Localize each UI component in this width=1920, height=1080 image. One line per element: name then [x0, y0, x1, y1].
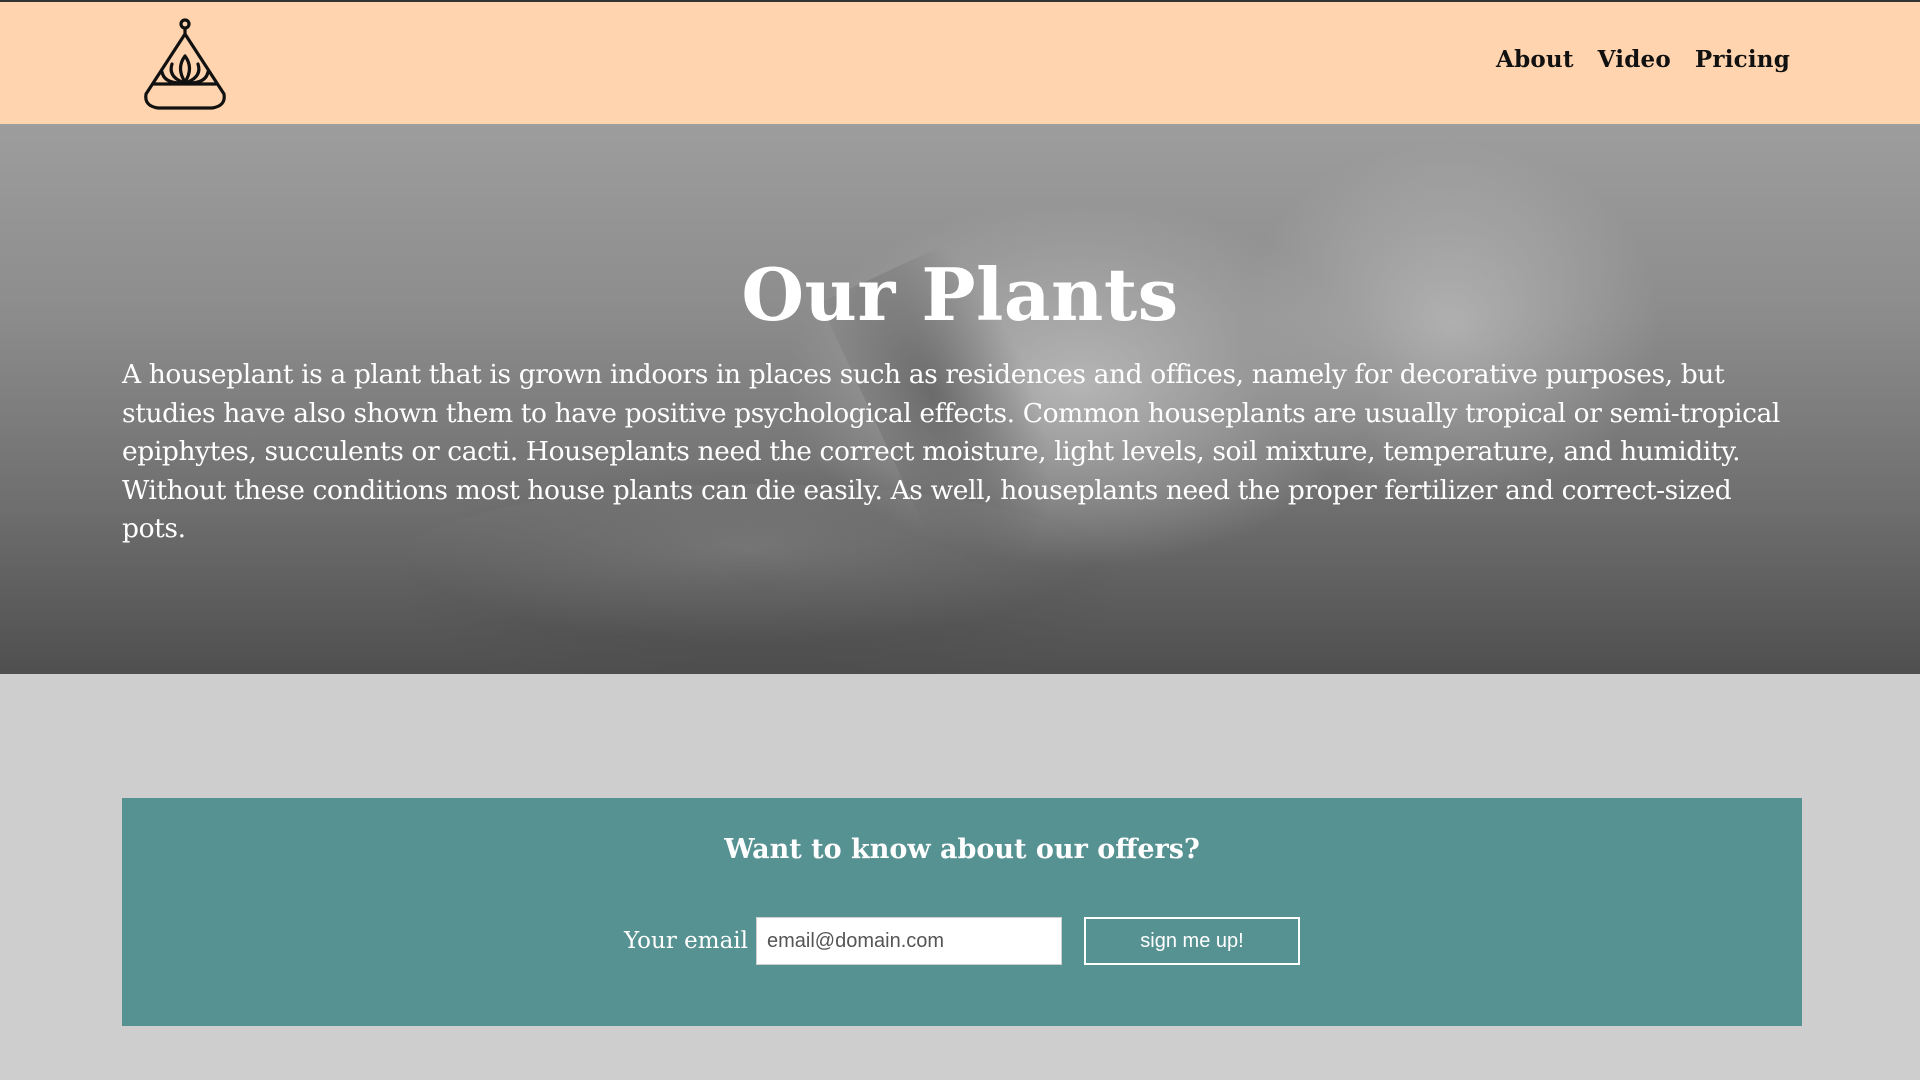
site-header: About Video Pricing	[0, 0, 1920, 124]
hero-section: Our Plants A houseplant is a plant that …	[0, 124, 1920, 674]
sign-up-button[interactable]: sign me up!	[1084, 917, 1300, 965]
hero-description: A houseplant is a plant that is grown in…	[122, 359, 1780, 544]
hero-title: Our Plants	[741, 252, 1179, 337]
main-nav: About Video Pricing	[1496, 46, 1790, 73]
nav-about-link[interactable]: About	[1496, 46, 1574, 73]
email-label: Your email	[624, 928, 748, 954]
email-input[interactable]	[756, 917, 1062, 965]
offers-section: Want to know about our offers? Your emai…	[122, 798, 1802, 1026]
nav-video-link[interactable]: Video	[1598, 46, 1671, 73]
signup-form: Your email sign me up!	[122, 917, 1802, 965]
plant-pot-icon[interactable]	[138, 16, 232, 112]
offers-title: Want to know about our offers?	[724, 834, 1200, 865]
nav-pricing-link[interactable]: Pricing	[1695, 46, 1790, 73]
